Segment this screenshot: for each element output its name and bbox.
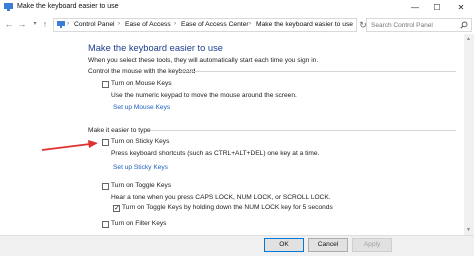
scroll-down-icon[interactable]: ▼ xyxy=(466,227,471,233)
mouse-keys-label[interactable]: Turn on Mouse Keys xyxy=(111,80,172,87)
control-panel-small-icon xyxy=(57,21,65,28)
section-title-typing: Make it easier to type xyxy=(88,127,151,134)
close-button[interactable]: ✕ xyxy=(448,0,474,15)
up-arrow-icon[interactable]: ↑ xyxy=(39,19,51,30)
title-bar: Make the keyboard easier to use — ☐ ✕ xyxy=(0,0,474,15)
vertical-scrollbar[interactable]: ▲ ▼ xyxy=(464,34,474,235)
toggle-keys-description: Hear a tone when you press CAPS LOCK, NU… xyxy=(111,194,331,201)
annotation-arrow-icon xyxy=(42,140,98,151)
breadcrumb-separator-icon: › xyxy=(174,21,176,27)
window-title: Make the keyboard easier to use xyxy=(17,3,119,10)
breadcrumb-control-panel[interactable]: Control Panel xyxy=(74,21,115,28)
breadcrumb-ease-of-access[interactable]: Ease of Access xyxy=(125,21,171,28)
minimize-button[interactable]: — xyxy=(404,0,426,15)
back-arrow-icon[interactable]: ← xyxy=(3,19,15,30)
maximize-button[interactable]: ☐ xyxy=(426,0,448,15)
set-up-sticky-keys-link[interactable]: Set up Sticky Keys xyxy=(113,164,168,171)
mouse-keys-checkbox[interactable] xyxy=(102,81,109,88)
filter-keys-checkbox[interactable] xyxy=(102,221,109,228)
breadcrumb-separator-icon: › xyxy=(249,21,251,27)
filter-keys-label[interactable]: Turn on Filter Keys xyxy=(111,220,166,227)
mouse-keys-description: Use the numeric keypad to move the mouse… xyxy=(111,92,297,99)
apply-button[interactable]: Apply xyxy=(352,238,392,252)
sticky-keys-label[interactable]: Turn on Sticky Keys xyxy=(111,138,169,145)
breadcrumb[interactable]: › Control Panel › Ease of Access › Ease … xyxy=(53,18,357,32)
toggle-keys-hold-label[interactable]: Turn on Toggle Keys by holding down the … xyxy=(122,204,333,211)
page-title: Make the keyboard easier to use xyxy=(88,43,223,53)
control-panel-icon xyxy=(4,3,13,11)
toggle-keys-label[interactable]: Turn on Toggle Keys xyxy=(111,182,171,189)
toggle-keys-hold-checkbox[interactable] xyxy=(113,204,120,212)
set-up-mouse-keys-link[interactable]: Set up Mouse Keys xyxy=(113,104,170,111)
search-box[interactable] xyxy=(366,18,472,32)
section-divider xyxy=(178,71,456,72)
toggle-keys-checkbox[interactable] xyxy=(102,183,109,190)
section-divider xyxy=(150,130,456,131)
sticky-keys-checkbox[interactable] xyxy=(102,139,109,146)
content-pane: Make the keyboard easier to use When you… xyxy=(0,34,474,235)
search-icon[interactable] xyxy=(460,21,468,29)
breadcrumb-separator-icon: › xyxy=(67,21,69,27)
breadcrumb-ease-of-access-center[interactable]: Ease of Access Center xyxy=(181,21,249,28)
breadcrumb-separator-icon: › xyxy=(118,21,120,27)
forward-arrow-icon[interactable]: → xyxy=(16,19,28,30)
ok-button[interactable]: OK xyxy=(264,238,304,252)
cancel-button[interactable]: Cancel xyxy=(308,238,348,252)
sticky-keys-description: Press keyboard shortcuts (such as CTRL+A… xyxy=(111,150,320,157)
scroll-up-icon[interactable]: ▲ xyxy=(466,36,471,42)
breadcrumb-current-page[interactable]: Make the keyboard easier to use xyxy=(256,21,353,28)
intro-text: When you select these tools, they will a… xyxy=(88,57,319,64)
search-input[interactable] xyxy=(367,19,457,31)
button-bar: OK Cancel Apply xyxy=(0,235,474,256)
address-bar: ← → ▾ ↑ › Control Panel › Ease of Access… xyxy=(0,15,474,34)
